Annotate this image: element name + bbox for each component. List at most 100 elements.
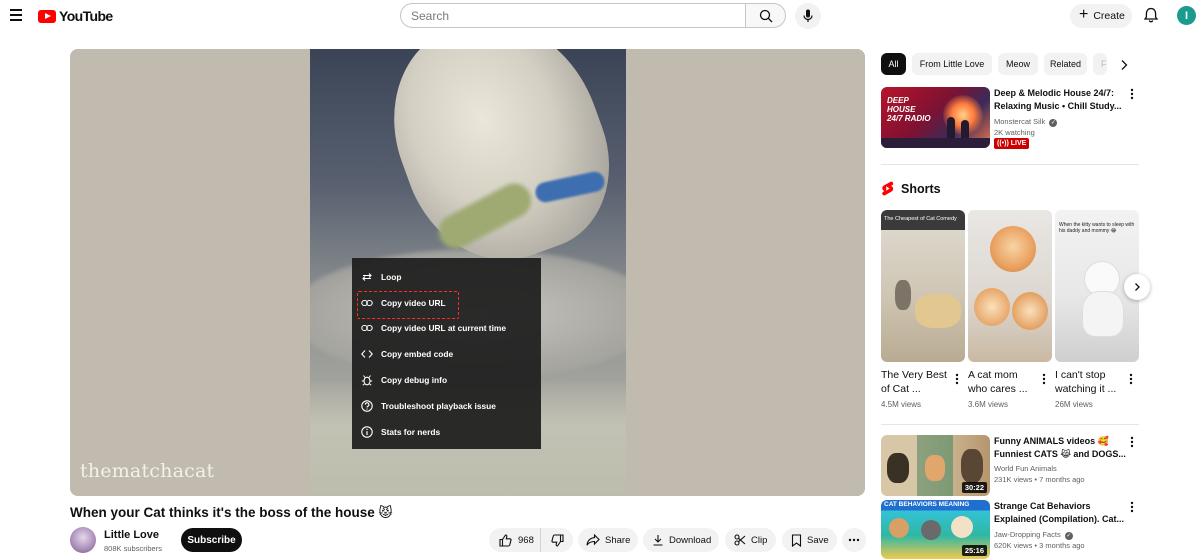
short-views: 3.6M views [968,400,1009,409]
more-vertical-icon[interactable] [1129,500,1135,514]
thumbs-up-icon [499,533,512,547]
help-icon [361,400,373,412]
more-vertical-icon[interactable] [1129,435,1135,449]
thumbnail-text: The Cheapest of Cat Comedy [884,216,957,222]
short-views: 26M views [1055,400,1093,409]
like-button[interactable]: 968 [489,528,541,552]
live-badge: ((•)) LIVE [994,138,1030,149]
menu-item-loop[interactable]: Loop [352,264,541,290]
clip-button[interactable]: Clip [725,528,776,552]
more-vertical-icon[interactable] [1128,372,1134,386]
shorts-next-button[interactable] [1124,274,1150,300]
menu-item-label: Copy video URL at current time [381,323,507,334]
link-icon [361,325,373,332]
channel-name[interactable]: Little Love [104,529,159,541]
short-item[interactable]: The Cheapest of Cat Comedy The Very Best… [881,210,965,409]
menu-item-stats-for-nerds[interactable]: Stats for nerds [352,419,541,445]
video-thumbnail: DEEP HOUSE 24/7 RADIO [881,87,990,148]
menu-item-copy-video-url[interactable]: Copy video URL [352,290,541,319]
video-player[interactable]: thematchacat Loop Copy video URL Copy vi… [70,49,865,496]
search-input[interactable]: Search [400,3,746,28]
clip-label: Clip [751,534,768,546]
menu-item-copy-debug-info[interactable]: Copy debug info [352,367,541,393]
bookmark-icon [791,533,802,547]
save-label: Save [807,534,829,546]
chip-all[interactable]: All [881,53,906,75]
recommendation-meta: 2K watching [994,128,1035,137]
search-icon [759,9,773,23]
more-vertical-icon[interactable] [1041,372,1047,386]
youtube-logo[interactable]: YouTube [38,8,113,24]
info-icon [361,425,373,438]
like-dislike-group: 968 [489,528,573,552]
code-icon [361,350,373,359]
more-horizontal-icon [848,538,860,542]
dislike-button[interactable] [541,528,573,552]
menu-item-troubleshoot[interactable]: Troubleshoot playback issue [352,393,541,419]
download-icon [653,535,663,546]
menu-item-label: Copy debug info [381,375,448,386]
subscribe-button[interactable]: Subscribe [181,528,242,552]
thumbnail-text: When the kitty wants to sleep with his d… [1059,222,1135,234]
bug-icon [361,375,373,386]
voice-search-button[interactable] [795,3,821,29]
menu-item-label: Copy video URL [381,297,446,308]
short-views: 4.5M views [881,400,922,409]
scissors-icon [734,534,746,546]
share-label: Share [605,534,631,546]
shorts-icon [882,181,894,196]
more-actions-button[interactable] [842,528,866,552]
account-avatar[interactable]: I [1177,6,1196,25]
save-button[interactable]: Save [782,528,837,552]
menu-item-label: Stats for nerds [381,426,441,437]
notifications-button[interactable] [1143,7,1159,24]
recommendation-meta: 620K views • 3 months ago [994,541,1085,550]
channel-avatar[interactable] [70,527,96,553]
menu-item-label: Loop [381,271,402,282]
youtube-play-icon [38,9,56,23]
chip-from-little-love[interactable]: From Little Love [912,53,992,75]
menu-item-copy-embed-code[interactable]: Copy embed code [352,341,541,367]
download-button[interactable]: Download [643,528,719,552]
logo-text: YouTube [59,8,113,24]
loop-icon [362,273,372,281]
menu-item-label: Copy embed code [381,349,454,360]
share-icon [586,534,600,546]
short-thumbnail [968,210,1052,362]
recommendation-title: Deep & Melodic House 24/7: Relaxing Musi… [994,88,1122,111]
recommendation-meta: 231K views • 7 months ago [994,475,1085,484]
short-item[interactable]: A cat mom who cares ... 3.6M views [968,210,1052,409]
verified-icon: ✓ [1049,119,1058,127]
more-vertical-icon[interactable] [954,372,960,386]
share-button[interactable]: Share [578,528,638,552]
more-vertical-icon[interactable] [1129,87,1135,101]
chip-related[interactable]: Related [1044,53,1087,75]
recommendation-title: Funny ANIMALS videos 🥰 Funniest CATS 😹 a… [994,436,1126,459]
chevron-right-icon [1121,60,1128,70]
short-title: The Very Best of Cat ... [881,369,947,395]
chip-meow[interactable]: Meow [998,53,1038,75]
video-thumbnail: 30:22 [881,435,990,496]
shorts-header: Shorts [881,181,941,196]
hamburger-menu-icon[interactable] [8,6,26,24]
create-button[interactable]: + Create [1070,4,1132,28]
like-count: 968 [518,534,534,546]
live-icon: ((•)) [997,140,1009,147]
thumbnail-text: DEEP HOUSE 24/7 RADIO [887,96,931,123]
video-title: When your Cat thinks it's the boss of th… [70,505,393,520]
search-placeholder: Search [411,8,450,23]
player-letterbox-left [70,49,310,496]
section-divider [881,424,1139,425]
video-thumbnail: CAT BEHAVIORS MEANING 25:16 [881,500,990,559]
search-button[interactable] [745,3,786,28]
plus-icon: + [1079,6,1089,23]
chips-next-button[interactable] [1117,58,1131,72]
video-dog [364,49,626,286]
verified-icon: ✓ [1064,532,1073,540]
shorts-title: Shorts [901,181,941,196]
chip-partial[interactable]: F [1093,53,1107,75]
player-letterbox-right [626,49,865,496]
chevron-right-icon [1135,283,1140,291]
section-divider [881,164,1139,165]
menu-item-copy-video-url-at-time[interactable]: Copy video URL at current time [352,316,541,342]
